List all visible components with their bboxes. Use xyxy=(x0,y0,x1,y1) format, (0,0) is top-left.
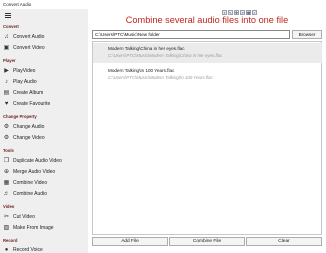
sidebar-item-label: Combine Video xyxy=(13,180,48,186)
sidebar-item-label: Create Album xyxy=(13,90,44,96)
combine-file-button[interactable]: Combine File xyxy=(169,237,245,246)
section-convert: Convert xyxy=(3,24,19,29)
list-item[interactable]: Modern Talking\China in her eyes.flac C:… xyxy=(93,43,322,63)
combine-video-icon: ▦ xyxy=(3,180,10,186)
sidebar: Convert ♫ Convert Audio ▣ Convert Video … xyxy=(0,9,88,253)
sidebar-item-duplicate-audio-video[interactable]: ❐ Duplicate Audio Video xyxy=(0,156,88,166)
clear-button[interactable]: Clear xyxy=(246,237,322,246)
merge-icon: ⊕ xyxy=(3,169,10,175)
section-video: Video xyxy=(3,204,15,209)
sidebar-item-convert-audio[interactable]: ♫ Convert Audio xyxy=(0,32,88,42)
sidebar-item-label: Convert Audio xyxy=(13,34,45,40)
page-title: Combine several audio files into one fil… xyxy=(125,15,289,25)
image-icon: ▧ xyxy=(3,225,10,231)
sidebar-item-make-from-image[interactable]: ▧ Make From Image xyxy=(0,223,88,233)
combine-audio-icon: ♬ xyxy=(3,191,10,197)
sidebar-item-create-favourite[interactable]: ♥ Create Favourite xyxy=(0,99,88,109)
window-title: Convert Audio xyxy=(3,2,32,7)
list-item[interactable]: Modern Talking\In 100 Years.flac C:\User… xyxy=(93,65,322,85)
sidebar-item-label: Change Video xyxy=(13,135,45,141)
section-tools: Tools xyxy=(3,148,14,153)
menu-icon[interactable] xyxy=(5,13,11,18)
change-audio-icon: ⚙ xyxy=(3,124,10,130)
sidebar-item-combine-video[interactable]: ▦ Combine Video xyxy=(0,178,88,188)
sidebar-item-play-video[interactable]: ▶ PlayVideo xyxy=(0,66,88,76)
sidebar-item-play-audio[interactable]: ♪ Play Audio xyxy=(0,77,88,87)
sidebar-item-convert-video[interactable]: ▣ Convert Video xyxy=(0,43,88,53)
sidebar-item-create-album[interactable]: ▤ Create Album xyxy=(0,88,88,98)
sidebar-item-label: Cut Video xyxy=(13,214,35,220)
sidebar-item-label: Duplicate Audio Video xyxy=(13,158,62,164)
section-change-property: Change Property xyxy=(3,114,37,119)
add-file-button[interactable]: Add File xyxy=(92,237,168,246)
heart-icon: ♥ xyxy=(4,101,9,107)
file-path: C:\Users\PTC\Music\Modern Talking\China … xyxy=(108,53,223,58)
file-name: Modern Talking\In 100 Years.flac xyxy=(108,68,175,73)
file-path: C:\Users\PTC\Music\Modern Talking\In 100… xyxy=(108,75,213,80)
sidebar-item-label: Create Favourite xyxy=(13,101,51,107)
sidebar-item-cut-video[interactable]: ✂ Cut Video xyxy=(0,212,88,222)
sidebar-item-label: Combine Audio xyxy=(13,191,47,197)
section-record: Record xyxy=(3,238,18,243)
folder-path-input[interactable]: C:\Users\PTC\Music\New folder xyxy=(92,30,290,39)
sidebar-item-combine-audio[interactable]: ♬ Combine Audio xyxy=(0,189,88,199)
file-name: Modern Talking\China in her eyes.flac xyxy=(108,46,185,51)
duplicate-icon: ❐ xyxy=(3,158,10,164)
sidebar-item-label: Play Audio xyxy=(13,79,37,85)
album-icon: ▤ xyxy=(3,90,10,96)
sidebar-item-change-video[interactable]: ⚙ Change Video xyxy=(0,133,88,143)
sidebar-item-change-audio[interactable]: ⚙ Change Audio xyxy=(0,122,88,132)
sidebar-item-label: Convert Video xyxy=(13,45,45,51)
sidebar-item-label: Merge Audio Video xyxy=(13,169,56,175)
sidebar-item-label: PlayVideo xyxy=(13,68,36,74)
change-video-icon: ⚙ xyxy=(3,135,10,141)
sidebar-item-record-voice[interactable]: ● Record Voice xyxy=(0,245,88,253)
sidebar-item-label: Record Voice xyxy=(13,247,43,253)
file-list[interactable]: Modern Talking\China in her eyes.flac C:… xyxy=(92,41,322,235)
microphone-icon: ● xyxy=(4,247,9,253)
browse-button[interactable]: Browser xyxy=(292,30,322,39)
play-audio-icon: ♪ xyxy=(5,79,8,85)
convert-video-icon: ▣ xyxy=(3,45,10,51)
scissors-icon: ✂ xyxy=(3,214,10,220)
play-video-icon: ▶ xyxy=(4,68,9,74)
sidebar-item-merge-audio-video[interactable]: ⊕ Merge Audio Video xyxy=(0,167,88,177)
convert-audio-icon: ♫ xyxy=(4,34,9,40)
main-panel: ⌖ ↖ ✥ ↗ ▦ ✓ Combine several audio files … xyxy=(88,9,326,253)
sidebar-item-label: Make From Image xyxy=(13,225,54,231)
sidebar-item-label: Change Audio xyxy=(13,124,45,130)
section-player: Player xyxy=(3,58,16,63)
